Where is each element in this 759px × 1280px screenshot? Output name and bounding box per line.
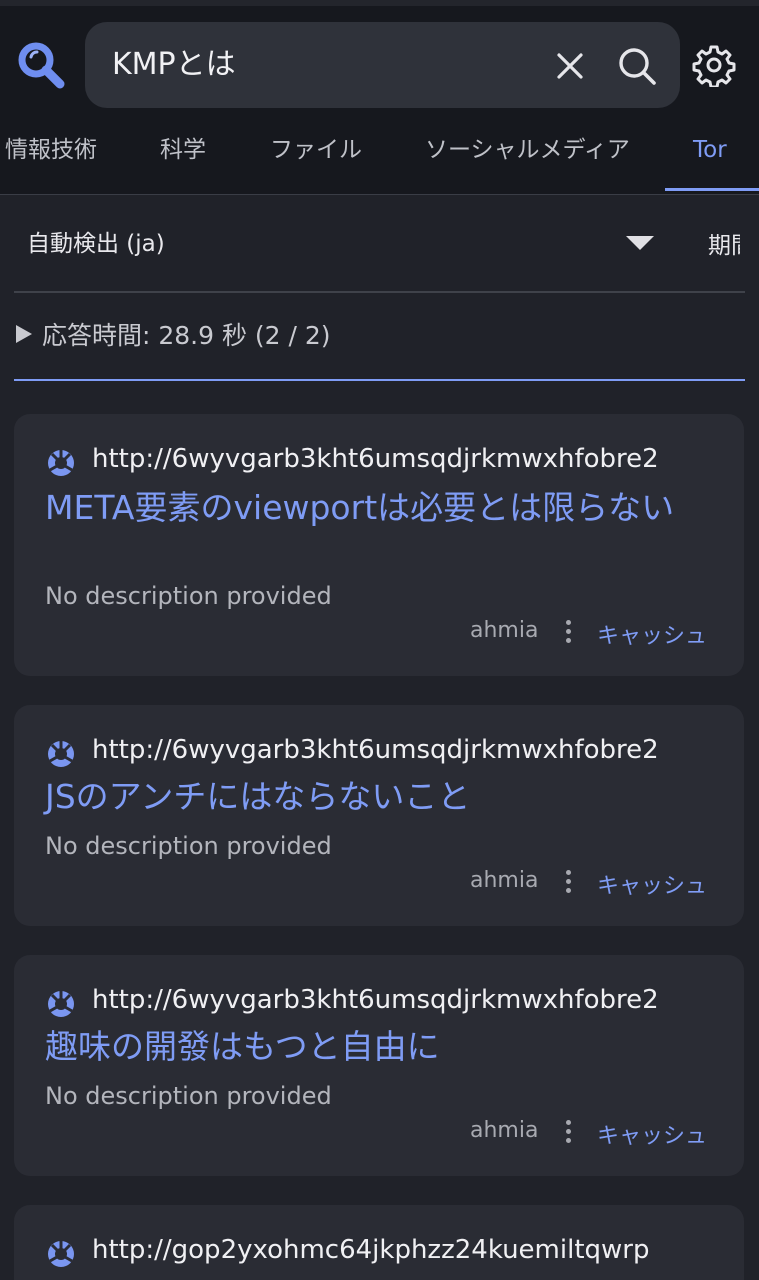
filter-divider (14, 291, 745, 293)
result-url[interactable]: http://gop2yxohmc64jkphzz24kuemiltqwrp (92, 1235, 649, 1265)
result-description: No description provided (45, 1082, 332, 1110)
tab-social-media[interactable]: ソーシャルメディア (425, 126, 630, 195)
tab-files[interactable]: ファイル (270, 126, 362, 195)
result-card: http://6wyvgarb3kht6umsqdjrkmwxhfobre2 趣… (14, 955, 744, 1176)
result-url[interactable]: http://6wyvgarb3kht6umsqdjrkmwxhfobre2 (92, 985, 659, 1015)
tab-it[interactable]: 情報技術 (5, 126, 97, 195)
result-card: http://gop2yxohmc64jkphzz24kuemiltqwrp (14, 1205, 744, 1280)
header: KMPとは 情報技術 科学 ファイル ソーシャルメディア Tor (0, 0, 759, 195)
result-engine: ahmia (470, 1118, 539, 1143)
result-card: http://6wyvgarb3kht6umsqdjrkmwxhfobre2 J… (14, 705, 744, 926)
search-input[interactable]: KMPとは (85, 22, 680, 108)
result-title[interactable]: META要素のviewportは必要とは限らない (45, 488, 705, 528)
more-vert-icon[interactable] (566, 870, 572, 896)
period-select[interactable]: 期間 (708, 226, 740, 260)
result-title[interactable]: JSのアンチにはならないこと (45, 777, 705, 817)
result-url-row[interactable]: http://6wyvgarb3kht6umsqdjrkmwxhfobre2 (46, 735, 714, 771)
response-divider (14, 379, 745, 381)
category-tabs: 情報技術 科学 ファイル ソーシャルメディア Tor (0, 126, 759, 195)
response-time-toggle[interactable]: 応答時間: 28.9 秒 (2 / 2) (16, 316, 331, 356)
tor-onion-icon (46, 739, 76, 769)
tab-tor[interactable]: Tor (693, 126, 727, 195)
result-url[interactable]: http://6wyvgarb3kht6umsqdjrkmwxhfobre2 (92, 735, 659, 765)
dropdown-arrow-icon[interactable] (626, 236, 654, 250)
more-vert-icon[interactable] (566, 620, 572, 646)
tor-onion-icon (46, 448, 76, 478)
close-icon[interactable] (550, 46, 590, 86)
active-tab-indicator (665, 188, 759, 191)
status-strip (0, 0, 759, 6)
result-url-row[interactable]: http://gop2yxohmc64jkphzz24kuemiltqwrp (46, 1235, 714, 1271)
cache-link[interactable]: キャッシュ (597, 868, 713, 900)
tor-onion-icon (46, 989, 76, 1019)
header-divider (0, 194, 759, 195)
response-time-text: 応答時間: 28.9 秒 (2 / 2) (42, 321, 331, 350)
result-description: No description provided (45, 582, 332, 610)
gear-icon[interactable] (692, 43, 736, 89)
cache-link[interactable]: キャッシュ (597, 618, 713, 650)
tor-onion-icon (46, 1239, 76, 1269)
more-vert-icon[interactable] (566, 1120, 572, 1146)
result-engine: ahmia (470, 618, 539, 643)
result-url[interactable]: http://6wyvgarb3kht6umsqdjrkmwxhfobre2 (92, 444, 659, 474)
result-title[interactable]: 趣味の開發はもつと自由に (45, 1027, 705, 1067)
search-icon[interactable] (615, 44, 659, 88)
search-query-text[interactable]: KMPとは (112, 22, 236, 108)
magnifier-logo-icon[interactable] (14, 38, 70, 94)
result-url-row[interactable]: http://6wyvgarb3kht6umsqdjrkmwxhfobre2 (46, 985, 714, 1021)
cache-link[interactable]: キャッシュ (597, 1118, 713, 1150)
result-url-row[interactable]: http://6wyvgarb3kht6umsqdjrkmwxhfobre2 (46, 444, 714, 480)
expand-triangle-icon (16, 325, 32, 343)
language-select[interactable]: 自動検出 (ja) (27, 224, 165, 258)
filter-row: 自動検出 (ja) 期間 (0, 196, 759, 292)
result-engine: ahmia (470, 868, 539, 893)
result-card: http://6wyvgarb3kht6umsqdjrkmwxhfobre2 M… (14, 414, 744, 676)
result-description: No description provided (45, 832, 332, 860)
tab-science[interactable]: 科学 (160, 126, 206, 195)
